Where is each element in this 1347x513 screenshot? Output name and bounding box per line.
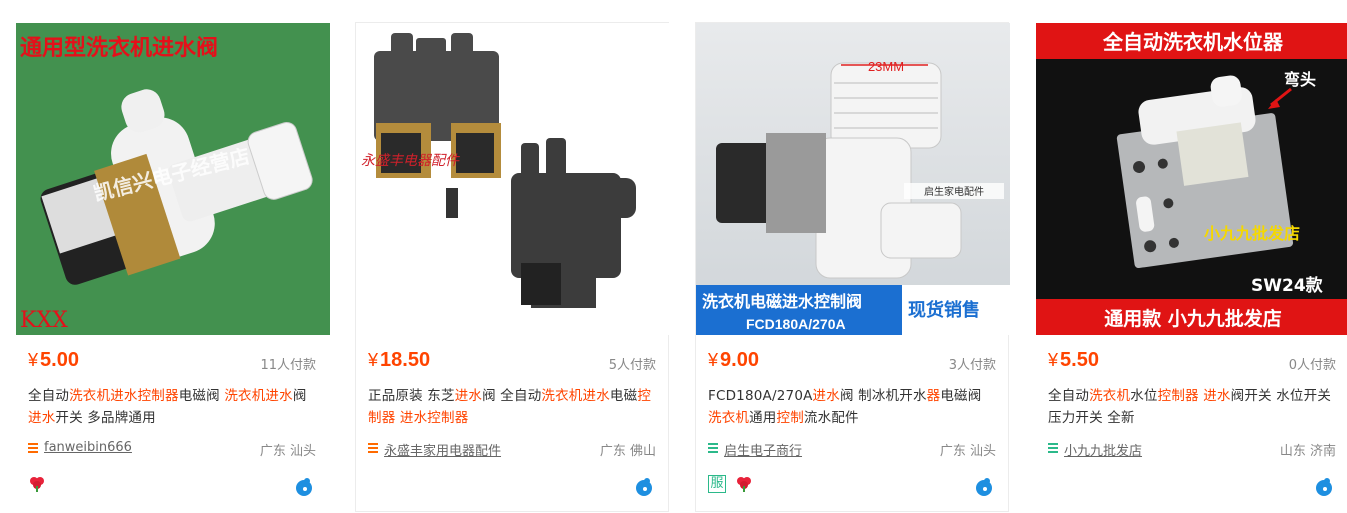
shop-icon-orange xyxy=(28,443,38,455)
paid-count: 3人付款 xyxy=(948,358,996,373)
shop-link[interactable]: fanweibin666 xyxy=(44,440,132,455)
shop-icon-green xyxy=(1048,443,1058,455)
valve-photo: 永盛丰电器配件 xyxy=(356,23,670,335)
image-banner: 洗衣机电磁进水控制阀 xyxy=(702,292,862,311)
image-tag: 启生家电配件 xyxy=(924,185,984,198)
product-card-3[interactable]: 23MM 启生家电配件 洗衣机电磁进水控制阀 FCD180A/270A 现货销售… xyxy=(695,22,1010,512)
image-model-label: SW24款 xyxy=(1251,275,1324,296)
image-watermark: 小九九批发店 xyxy=(1204,224,1300,243)
image-top-banner: 全自动洗衣机水位器 xyxy=(1102,30,1284,54)
clothing-badge-icon[interactable]: 服 xyxy=(708,475,726,493)
paid-count: 11人付款 xyxy=(260,358,316,373)
size-label: 23MM xyxy=(868,59,904,74)
wangwang-chat-icon[interactable] xyxy=(634,477,654,497)
shop-link[interactable]: 小九九批发店 xyxy=(1064,440,1142,459)
valve-photo: 23MM 启生家电配件 洗衣机电磁进水控制阀 FCD180A/270A 现货销售 xyxy=(696,23,1010,335)
image-bottom-banner: 通用款 小九九批发店 xyxy=(1104,307,1282,330)
flower-badge-icon[interactable] xyxy=(735,475,753,493)
product-image-4[interactable]: 全自动洗衣机水位器 弯头 小九九批发店 SW24款 通用款 小九九批发店 xyxy=(1036,23,1347,335)
price: ¥18.50 xyxy=(368,349,431,371)
product-image-1[interactable]: 通用型洗衣机进水阀 凯信兴电子经营店 KXX xyxy=(16,23,330,335)
price: ¥5.00 xyxy=(28,349,79,371)
arrow-label: 弯头 xyxy=(1284,70,1316,89)
product-image-3[interactable]: 23MM 启生家电配件 洗衣机电磁进水控制阀 FCD180A/270A 现货销售 xyxy=(696,23,1010,335)
shop-icon-orange xyxy=(368,443,378,455)
shop-link[interactable]: 启生电子商行 xyxy=(724,440,802,459)
image-banner-right: 现货销售 xyxy=(908,299,980,321)
price: ¥9.00 xyxy=(708,349,759,371)
location: 广东 汕头 xyxy=(259,444,316,459)
product-card-1[interactable]: 通用型洗衣机进水阀 凯信兴电子经营店 KXX ¥5.00 11人付款 全自动洗衣… xyxy=(15,22,330,512)
shop-icon-green xyxy=(708,443,718,455)
wangwang-chat-icon[interactable] xyxy=(1314,477,1334,497)
wangwang-chat-icon[interactable] xyxy=(294,477,314,497)
product-card-4[interactable]: 全自动洗衣机水位器 弯头 小九九批发店 SW24款 通用款 小九九批发店 ¥5.… xyxy=(1035,22,1347,512)
location: 广东 佛山 xyxy=(599,444,656,459)
image-watermark: 永盛丰电器配件 xyxy=(361,153,460,169)
flower-badge-icon[interactable] xyxy=(28,475,46,493)
valve-photo: 通用型洗衣机进水阀 凯信兴电子经营店 KXX xyxy=(16,23,330,335)
paid-count: 0人付款 xyxy=(1288,358,1336,373)
paid-count: 5人付款 xyxy=(608,358,656,373)
location: 广东 汕头 xyxy=(939,444,996,459)
water-level-sensor-photo: 全自动洗衣机水位器 弯头 小九九批发店 SW24款 通用款 小九九批发店 xyxy=(1036,23,1347,335)
product-image-2[interactable]: 永盛丰电器配件 xyxy=(356,23,670,335)
image-banner-model: FCD180A/270A xyxy=(746,316,846,332)
shop-link[interactable]: 永盛丰家用电器配件 xyxy=(384,440,501,459)
price: ¥5.50 xyxy=(1048,349,1099,371)
product-title[interactable]: 全自动洗衣机水位控制器 进水阀开关 水位开关 压力开关 全新 xyxy=(1048,385,1332,429)
product-title[interactable]: 全自动洗衣机进水控制器电磁阀 洗衣机进水阀进水开关 多品牌通用 xyxy=(28,385,312,429)
location: 山东 济南 xyxy=(1279,444,1336,459)
image-caption: 通用型洗衣机进水阀 xyxy=(20,35,218,61)
image-corner-label: KXX xyxy=(20,308,68,333)
product-title[interactable]: 正品原装 东芝进水阀 全自动洗衣机进水电磁控制器 进水控制器 xyxy=(368,385,652,429)
product-title[interactable]: FCD180A/270A进水阀 制冰机开水器电磁阀洗衣机通用控制流水配件 xyxy=(708,385,992,429)
wangwang-chat-icon[interactable] xyxy=(974,477,994,497)
product-card-2[interactable]: 永盛丰电器配件 ¥18.50 5人付款 正品原装 东芝进水阀 全自动洗衣机进水电… xyxy=(355,22,670,512)
